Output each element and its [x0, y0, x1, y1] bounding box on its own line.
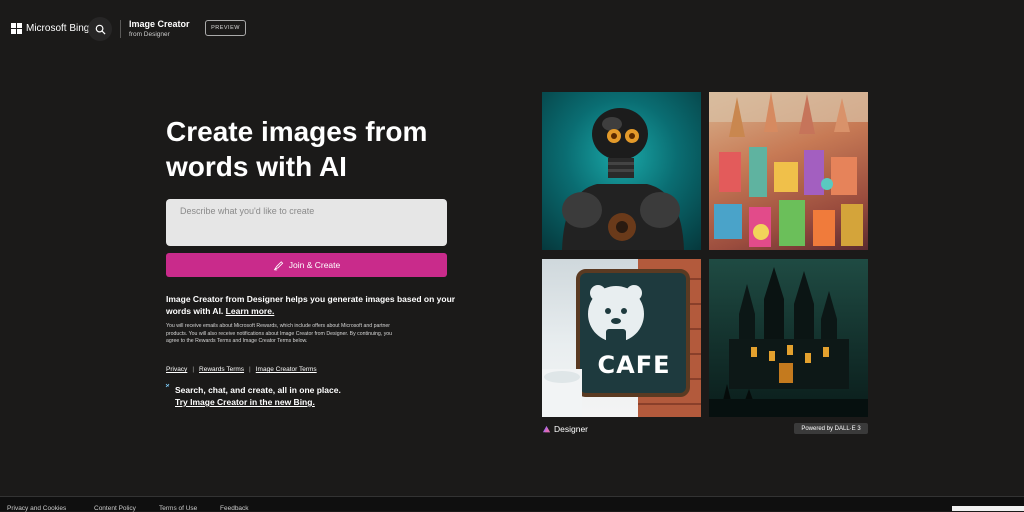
sparkle-icon	[165, 383, 170, 388]
footer-widget	[952, 506, 1024, 511]
preview-badge: PREVIEW	[205, 20, 246, 36]
fine-print: You will receive emails about Microsoft …	[166, 323, 393, 345]
legal-links: Privacy | Rewards Terms | Image Creator …	[166, 366, 317, 373]
footer-terms-link[interactable]: Terms of Use	[159, 505, 197, 512]
designer-logo-icon	[542, 425, 551, 432]
gallery-image-gothic-castle[interactable]	[709, 259, 868, 417]
powered-by-badge: Powered by DALL·E 3	[794, 423, 868, 434]
cafe-sign-text: CAFE	[597, 351, 671, 379]
prompt-input[interactable]	[166, 199, 447, 246]
bing-logo[interactable]: Microsoft Bing	[11, 23, 89, 34]
app-subtitle: from Designer	[129, 31, 170, 38]
brand-name: Microsoft Bing	[26, 23, 90, 34]
microsoft-logo-icon	[11, 23, 22, 34]
join-create-label: Join & Create	[288, 260, 341, 270]
new-bing-link[interactable]: Try Image Creator in the new Bing.	[175, 396, 315, 408]
footer-privacy-link[interactable]: Privacy and Cookies	[7, 505, 66, 512]
robot-illustration	[562, 108, 684, 250]
footer-content-policy-link[interactable]: Content Policy	[94, 505, 136, 512]
search-button[interactable]	[88, 17, 112, 41]
privacy-link[interactable]: Privacy	[166, 366, 187, 373]
header-divider	[120, 20, 121, 38]
gallery-image-robot[interactable]	[542, 92, 701, 250]
candy-city-illustration	[709, 92, 868, 247]
gallery-image-candy-city[interactable]	[709, 92, 868, 250]
link-separator: |	[249, 366, 251, 373]
learn-more-link[interactable]: Learn more.	[226, 306, 275, 316]
cafe-sign-illustration	[542, 259, 701, 417]
image-creator-terms-link[interactable]: Image Creator Terms	[256, 366, 317, 373]
designer-text: Designer	[554, 424, 589, 434]
description: Image Creator from Designer helps you ge…	[166, 293, 456, 317]
search-icon	[95, 24, 106, 35]
brush-icon	[273, 260, 283, 270]
description-text: Image Creator from Designer helps you ge…	[166, 294, 456, 316]
top-bar: Microsoft Bing Image Creator from Design…	[0, 0, 1024, 56]
join-create-button[interactable]: Join & Create	[166, 253, 447, 277]
link-separator: |	[192, 366, 195, 373]
designer-label: Designer	[542, 424, 588, 434]
footer: Privacy and Cookies Content Policy Terms…	[0, 496, 1024, 512]
gallery-image-cafe-sign[interactable]: CAFE	[542, 259, 701, 417]
app-title[interactable]: Image Creator	[129, 19, 190, 29]
new-bing-text: Search, chat, and create, all in one pla…	[175, 385, 341, 395]
rewards-terms-link[interactable]: Rewards Terms	[199, 366, 244, 373]
gothic-castle-illustration	[709, 267, 868, 417]
page-title: Create images from words with AI	[166, 116, 428, 182]
footer-feedback-link[interactable]: Feedback	[220, 505, 249, 512]
